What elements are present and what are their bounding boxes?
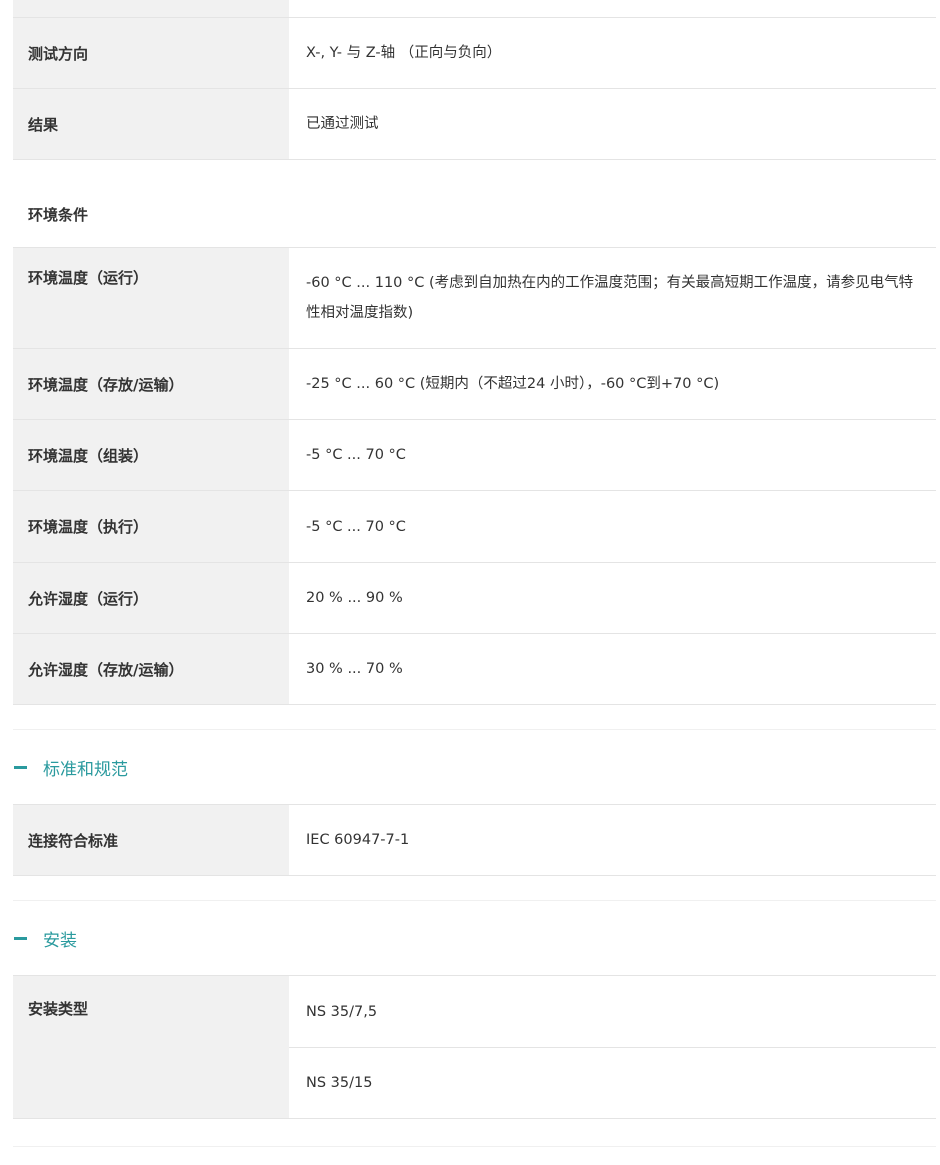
- row-label: 允许湿度（存放/运输）: [28, 660, 184, 679]
- row-label: 安装类型: [28, 1000, 89, 1018]
- subsection-title-text: 环境条件: [28, 206, 89, 224]
- collapse-minus-icon[interactable]: [14, 765, 27, 769]
- section-header-standards[interactable]: 标准和规范: [13, 729, 936, 805]
- row-label: 允许湿度（运行）: [28, 589, 149, 608]
- value-line: NS 35/15: [289, 1047, 936, 1118]
- row-label: 测试方向: [28, 44, 89, 63]
- value-cell: -5 °C ... 70 °C: [289, 491, 936, 562]
- label-cell: 环境温度（执行）: [13, 491, 289, 562]
- label-cell: 环境温度（存放/运输）: [13, 349, 289, 419]
- table-row: 允许湿度（运行） 20 % ... 90 %: [13, 563, 936, 634]
- label-cell: 环境温度（组装）: [13, 420, 289, 490]
- row-value: 已通过测试: [306, 116, 379, 132]
- table-row: 环境温度（执行） -5 °C ... 70 °C: [13, 491, 936, 563]
- table-row-partial: [13, 0, 936, 18]
- table-row: 结果 已通过测试: [13, 89, 936, 160]
- row-value: -60 °C ... 110 °C (考虑到自加热在内的工作温度范围；有关最高短…: [306, 275, 914, 321]
- table-row: 环境温度（组装） -5 °C ... 70 °C: [13, 420, 936, 491]
- value-line: NS 35/7,5: [289, 976, 936, 1047]
- row-label: 结果: [28, 115, 59, 134]
- value-cell: -25 °C ... 60 °C (短期内（不超过24 小时），-60 °C到+…: [289, 349, 936, 419]
- label-cell: 允许湿度（运行）: [13, 563, 289, 633]
- table-row: 安装类型 NS 35/7,5 NS 35/15: [13, 976, 936, 1119]
- row-label: 环境温度（运行）: [28, 268, 149, 287]
- row-value: NS 35/7,5: [306, 1003, 378, 1020]
- section-title[interactable]: 标准和规范: [43, 755, 128, 780]
- collapse-minus-icon[interactable]: [14, 936, 27, 940]
- value-cell: -5 °C ... 70 °C: [289, 420, 936, 490]
- row-value: NS 35/15: [306, 1075, 373, 1091]
- label-cell: 测试方向: [13, 18, 289, 88]
- table-row: 环境温度（运行） -60 °C ... 110 °C (考虑到自加热在内的工作温…: [13, 248, 936, 349]
- table-row: 允许湿度（存放/运输） 30 % ... 70 %: [13, 634, 936, 705]
- label-cell: 环境温度（运行）: [13, 248, 289, 348]
- row-label: 连接符合标准: [28, 831, 119, 850]
- value-cell: -60 °C ... 110 °C (考虑到自加热在内的工作温度范围；有关最高短…: [289, 248, 936, 348]
- label-cell: 安装类型: [13, 976, 289, 1118]
- label-cell: 允许湿度（存放/运输）: [13, 634, 289, 704]
- divider: [13, 1146, 936, 1147]
- row-label: 环境温度（执行）: [28, 518, 149, 536]
- table-row: 测试方向 X-, Y- 与 Z-轴 （正向与负向）: [13, 18, 936, 89]
- row-label: 环境温度（组装）: [28, 446, 149, 465]
- row-value: IEC 60947-7-1: [306, 832, 410, 848]
- row-value: X-, Y- 与 Z-轴 （正向与负向）: [306, 45, 502, 61]
- subsection-title-environment: 环境条件: [13, 160, 936, 248]
- label-cell: 结果: [13, 89, 289, 159]
- value-cell: 30 % ... 70 %: [289, 634, 936, 704]
- label-cell: [13, 0, 289, 17]
- row-value: -5 °C ... 70 °C: [306, 518, 406, 535]
- value-cell: X-, Y- 与 Z-轴 （正向与负向）: [289, 18, 936, 88]
- table-row: 连接符合标准 IEC 60947-7-1: [13, 805, 936, 876]
- label-cell: 连接符合标准: [13, 805, 289, 875]
- table-row: 环境温度（存放/运输） -25 °C ... 60 °C (短期内（不超过24 …: [13, 349, 936, 420]
- spec-table: 测试方向 X-, Y- 与 Z-轴 （正向与负向） 结果 已通过测试 环境条件 …: [13, 0, 936, 1119]
- value-cell: 已通过测试: [289, 89, 936, 159]
- row-value: 30 % ... 70 %: [306, 661, 403, 677]
- row-label: 环境温度（存放/运输）: [28, 375, 184, 394]
- section-header-mounting[interactable]: 安装: [13, 900, 936, 976]
- row-value: -25 °C ... 60 °C (短期内（不超过24 小时），-60 °C到+…: [306, 376, 720, 392]
- value-cell: NS 35/7,5 NS 35/15: [289, 976, 936, 1118]
- value-cell: IEC 60947-7-1: [289, 805, 936, 875]
- row-value: -5 °C ... 70 °C: [306, 447, 406, 463]
- row-value: 20 % ... 90 %: [306, 590, 403, 606]
- value-cell: 20 % ... 90 %: [289, 563, 936, 633]
- section-title[interactable]: 安装: [43, 926, 77, 951]
- value-cell: [289, 0, 936, 17]
